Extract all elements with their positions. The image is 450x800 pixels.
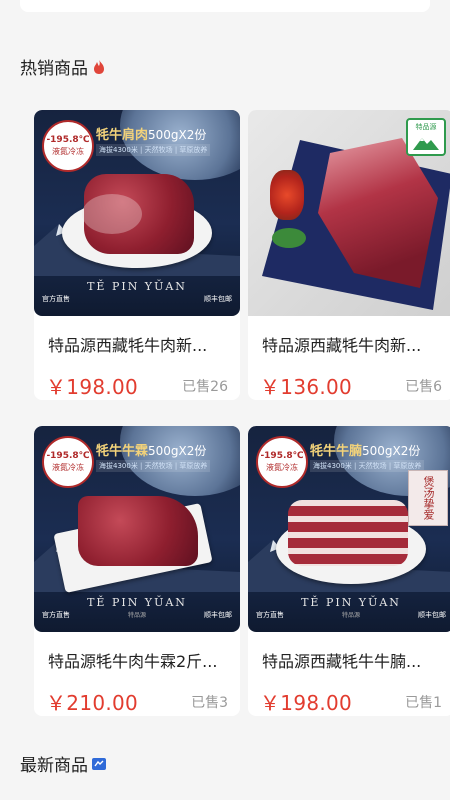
product-sold-count: 已售6 [405,379,442,395]
product-price: ￥198.00 [46,375,139,399]
badge-sub: 液氮冷冻 [52,147,84,156]
product-image[interactable]: -195.8℃ 液氮冷冻 牦牛牛霖500gX2份 海拔4300米 | 天然牧场 … [34,426,240,632]
banner-spec: 500gX2份 [148,128,207,142]
banner-spec: 500gX2份 [362,444,421,458]
section-title-new-label: 最新商品 [20,756,88,776]
banner-foot-left: 官方直售 [256,611,284,619]
meat-graphic [288,500,408,566]
product-card[interactable]: -195.8℃ 液氮冷冻 牦牛肩肉500gX2份 海拔4300米 | 天然牧场 … [34,110,240,400]
badge-sub: 液氮冷冻 [52,463,84,472]
previous-section-card [20,0,430,12]
fire-icon [94,59,104,74]
badge-freeze: -195.8℃ 液氮冷冻 [256,436,308,488]
banner-foot-right: 顺丰包邮 [204,611,232,619]
brand-logo-text: TĚ PIN YŬAN [87,280,187,293]
banner-subtitle: 海拔4300米 | 天然牧场 | 草原放养 [96,144,211,156]
product-name[interactable]: 特品源西藏牦牛肉新... [48,332,232,356]
badge-temp: -195.8℃ [46,135,90,145]
product-image[interactable]: -195.8℃ 液氮冷冻 牦牛牛腩500gX2份 海拔4300米 | 天然牧场 … [248,426,450,632]
mountain-icon [413,138,439,150]
brand-logo-text: TĚ PIN YŬAN [301,596,401,609]
product-price: ￥210.00 [46,691,139,715]
badge-temp: -195.8℃ [260,451,304,461]
brand-logo: 特品源 [406,118,446,156]
product-sold-count: 已售3 [191,695,228,711]
product-card[interactable]: 特品源 特品源西藏牦牛肉新... ￥136.00 已售6 [248,110,450,400]
product-sold-count: 已售1 [405,695,442,711]
meat-marbling-graphic [82,194,142,234]
product-card[interactable]: -195.8℃ 液氮冷冻 牦牛牛腩500gX2份 海拔4300米 | 天然牧场 … [248,426,450,716]
banner-title: 牦牛肩肉500gX2份 [96,124,206,143]
product-price: ￥136.00 [260,375,353,399]
banner-subtitle: 海拔4300米 | 天然牧场 | 草原放养 [96,460,211,472]
section-title-hot: 热销商品 [20,54,106,79]
section-title-new: 最新商品 [20,751,106,776]
banner-spec: 500gX2份 [148,444,207,458]
badge-freeze: -195.8℃ 液氮冷冻 [42,436,94,488]
banner-title-text: 牦牛牛霖 [96,444,149,459]
product-image[interactable]: -195.8℃ 液氮冷冻 牦牛肩肉500gX2份 海拔4300米 | 天然牧场 … [34,110,240,316]
banner-title-text: 牦牛肩肉 [96,128,149,143]
product-name[interactable]: 特品源西藏牦牛肉新... [262,332,446,356]
product-sold-count: 已售26 [182,379,228,395]
herb-garnish-graphic [272,228,306,248]
chili-garnish-graphic [270,170,304,220]
product-card[interactable]: -195.8℃ 液氮冷冻 牦牛牛霖500gX2份 海拔4300米 | 天然牧场 … [34,426,240,716]
flag-icon [92,757,106,770]
product-price: ￥198.00 [260,691,353,715]
badge-sub: 液氮冷冻 [266,463,298,472]
badge-temp: -195.8℃ [46,451,90,461]
product-name[interactable]: 特品源牦牛肉牛霖2斤... [48,648,232,672]
brand-logo-text: TĚ PIN YŬAN [87,596,187,609]
banner-foot-left: 官方直售 [42,295,70,303]
product-image[interactable]: 特品源 [248,110,450,316]
badge-freeze: -195.8℃ 液氮冷冻 [42,120,94,172]
banner-foot-right: 顺丰包邮 [418,611,446,619]
brand-logo-text: 特品源 [415,123,437,131]
banner-foot-left: 官方直售 [42,611,70,619]
product-name[interactable]: 特品源西藏牦牛牛腩... [262,648,446,672]
banner-foot-right: 顺丰包邮 [204,295,232,303]
banner-title-text: 牦牛牛腩 [310,444,363,459]
meat-graphic [78,496,198,566]
section-title-hot-label: 热销商品 [20,59,88,79]
stamp-label: 煲汤挚爱 [408,470,448,526]
banner-title: 牦牛牛霖500gX2份 [96,440,206,459]
banner-title: 牦牛牛腩500gX2份 [310,440,420,459]
